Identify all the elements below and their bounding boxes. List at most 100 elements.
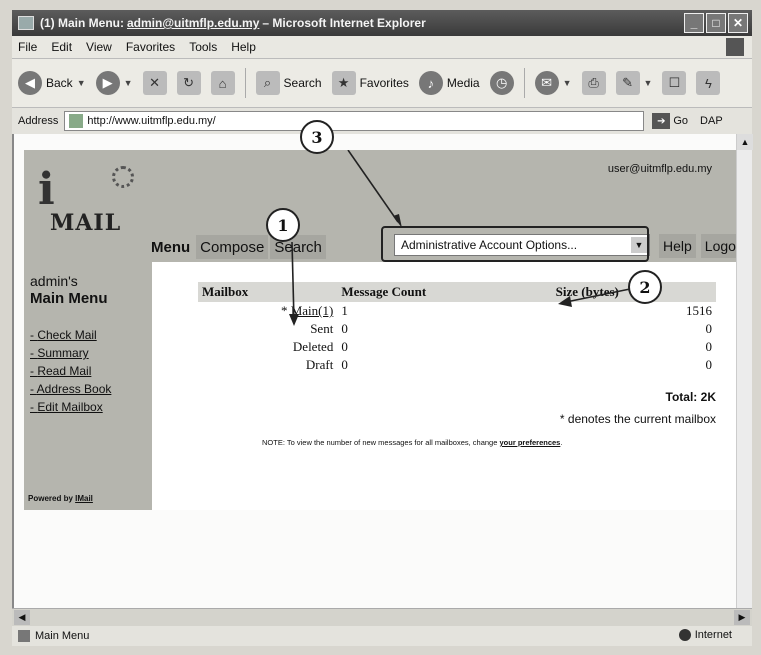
chevron-down-icon: ▼ [123,78,133,88]
sidebar-title-menu: Main Menu [30,290,108,307]
mailbox-cell[interactable]: Draft [198,356,337,374]
back-button[interactable]: ◀ Back ▼ [18,71,86,95]
print-button[interactable]: ⎙ [581,71,606,95]
media-label: Media [446,76,480,90]
mail-sidebar: admin's Main Menu - Check Mail - Summary… [30,272,150,416]
sidebar-item-check-mail[interactable]: - Check Mail [30,326,150,344]
scroll-right-icon[interactable]: ▶ [734,610,750,625]
sidebar-title-user: admin's [30,273,78,289]
current-mailbox-note: * denotes the current mailbox [559,412,716,426]
edit-button[interactable]: ✎ ▼ [615,71,653,95]
logo-text: MAIL [50,210,122,236]
refresh-button[interactable]: ↻ [176,71,201,95]
go-button[interactable]: ➔ Go [652,113,688,129]
mailbox-main-link[interactable]: Main(1) [291,303,334,318]
menu-edit[interactable]: Edit [51,40,72,54]
scroll-up-icon[interactable]: ▲ [737,134,753,150]
stop-button[interactable]: ✕ [142,71,167,95]
user-email: user@uitmflp.edu.my [607,163,712,175]
discuss-icon: ☐ [662,71,687,95]
address-bar: Address http://www.uitmflp.edu.my/ ➔ Go … [12,108,752,134]
windows-flag-icon [726,38,744,56]
chevron-down-icon: ▼ [562,78,572,88]
menu-favorites[interactable]: Favorites [126,40,175,54]
callout-3: 3 [300,120,334,154]
tab-compose[interactable]: Compose [196,235,269,259]
menu-file[interactable]: File [18,40,37,54]
media-button[interactable]: ♪ Media [418,71,480,95]
vertical-scrollbar[interactable]: ▲ [736,134,753,608]
search-icon: ⌕ [255,71,280,95]
home-button[interactable]: ⌂ [210,71,235,95]
mail-icon: ✉ [534,71,559,95]
horizontal-scrollbar[interactable]: ◀ ▶ [12,608,752,626]
chevron-down-icon: ▼ [76,78,86,88]
favorites-button[interactable]: ★ Favorites [331,71,409,95]
sidebar-item-edit-mailbox[interactable]: - Edit Mailbox [30,398,150,416]
window-titlebar: (1) Main Menu: admin@uitmflp.edu.my – Mi… [12,10,752,36]
table-row: Draft 0 0 [198,356,716,374]
minimize-button[interactable]: _ [684,13,704,33]
tab-menu[interactable]: Menu [147,235,195,259]
size-cell: 0 [705,357,713,372]
go-label: Go [673,115,689,127]
address-input[interactable]: http://www.uitmflp.edu.my/ [64,111,645,131]
toolbar: ◀ Back ▼ ▶ ▼ ✕ ↻ ⌂ ⌕ Search ★ Favorites … [12,58,752,108]
address-url: http://www.uitmflp.edu.my/ [87,115,216,127]
menu-tools[interactable]: Tools [189,40,217,54]
media-icon: ♪ [418,71,443,95]
page-viewport: i MAIL user@uitmflp.edu.my Menu Compose … [12,120,753,608]
status-text: Main Menu [35,630,90,642]
toolbar-separator [523,68,525,98]
sidebar-item-address-book[interactable]: - Address Book [30,380,150,398]
security-zone: Internet [678,629,732,641]
forward-arrow-icon: ▶ [95,71,120,95]
back-label: Back [46,76,73,90]
back-arrow-icon: ◀ [18,71,42,95]
sidebar-item-summary[interactable]: - Summary [30,344,150,362]
ie-app-icon [18,16,34,30]
star-icon: ★ [331,71,356,95]
sidebar-links: - Check Mail - Summary - Read Mail - Add… [30,326,150,416]
chevron-down-icon: ▼ [643,78,653,88]
stop-icon: ✕ [142,71,167,95]
menu-help[interactable]: Help [231,40,256,54]
mailbox-cell: * Main(1) [280,303,334,318]
printer-icon: ⎙ [581,71,606,95]
sidebar-title: admin's Main Menu [30,272,150,308]
scroll-left-icon[interactable]: ◀ [14,610,30,625]
sidebar-item-read-mail[interactable]: - Read Mail [30,362,150,380]
page-icon [69,114,84,128]
discuss-button[interactable]: ☐ [662,71,687,95]
links-dap[interactable]: DAP [700,115,723,127]
mailbox-cell[interactable]: Deleted [198,338,337,356]
search-button[interactable]: ⌕ Search [255,71,322,95]
lightning-icon: ϟ [696,71,721,95]
refresh-icon: ↻ [176,71,201,95]
preferences-link[interactable]: your preferences [499,438,560,447]
menu-view[interactable]: View [86,40,112,54]
help-button[interactable]: Help [659,234,696,258]
count-cell: 0 [341,339,348,354]
edit-icon: ✎ [615,71,640,95]
col-message-count: Message Count [337,282,552,302]
home-icon: ⌂ [210,71,235,95]
maximize-button[interactable]: □ [706,13,726,33]
page-status-icon [18,630,30,642]
size-cell: 1516 [686,303,712,318]
imail-logo: i MAIL [34,158,144,248]
col-mailbox: Mailbox [198,282,338,302]
mail-button[interactable]: ✉ ▼ [534,71,572,95]
history-button[interactable]: ◷ [489,71,514,95]
size-cell: 0 [705,321,713,336]
imail-link[interactable]: IMail [75,494,93,503]
mailbox-cell[interactable]: Sent [198,320,337,338]
status-bar: Main Menu Internet [12,626,752,646]
mail-nav: Menu Compose Search [147,233,328,261]
forward-button[interactable]: ▶ ▼ [95,71,133,95]
powered-by: Powered by IMail [28,494,93,503]
messenger-button[interactable]: ϟ [696,71,721,95]
size-cell: 0 [705,339,713,354]
close-button[interactable]: ✕ [728,13,748,33]
count-cell: 0 [341,321,348,336]
